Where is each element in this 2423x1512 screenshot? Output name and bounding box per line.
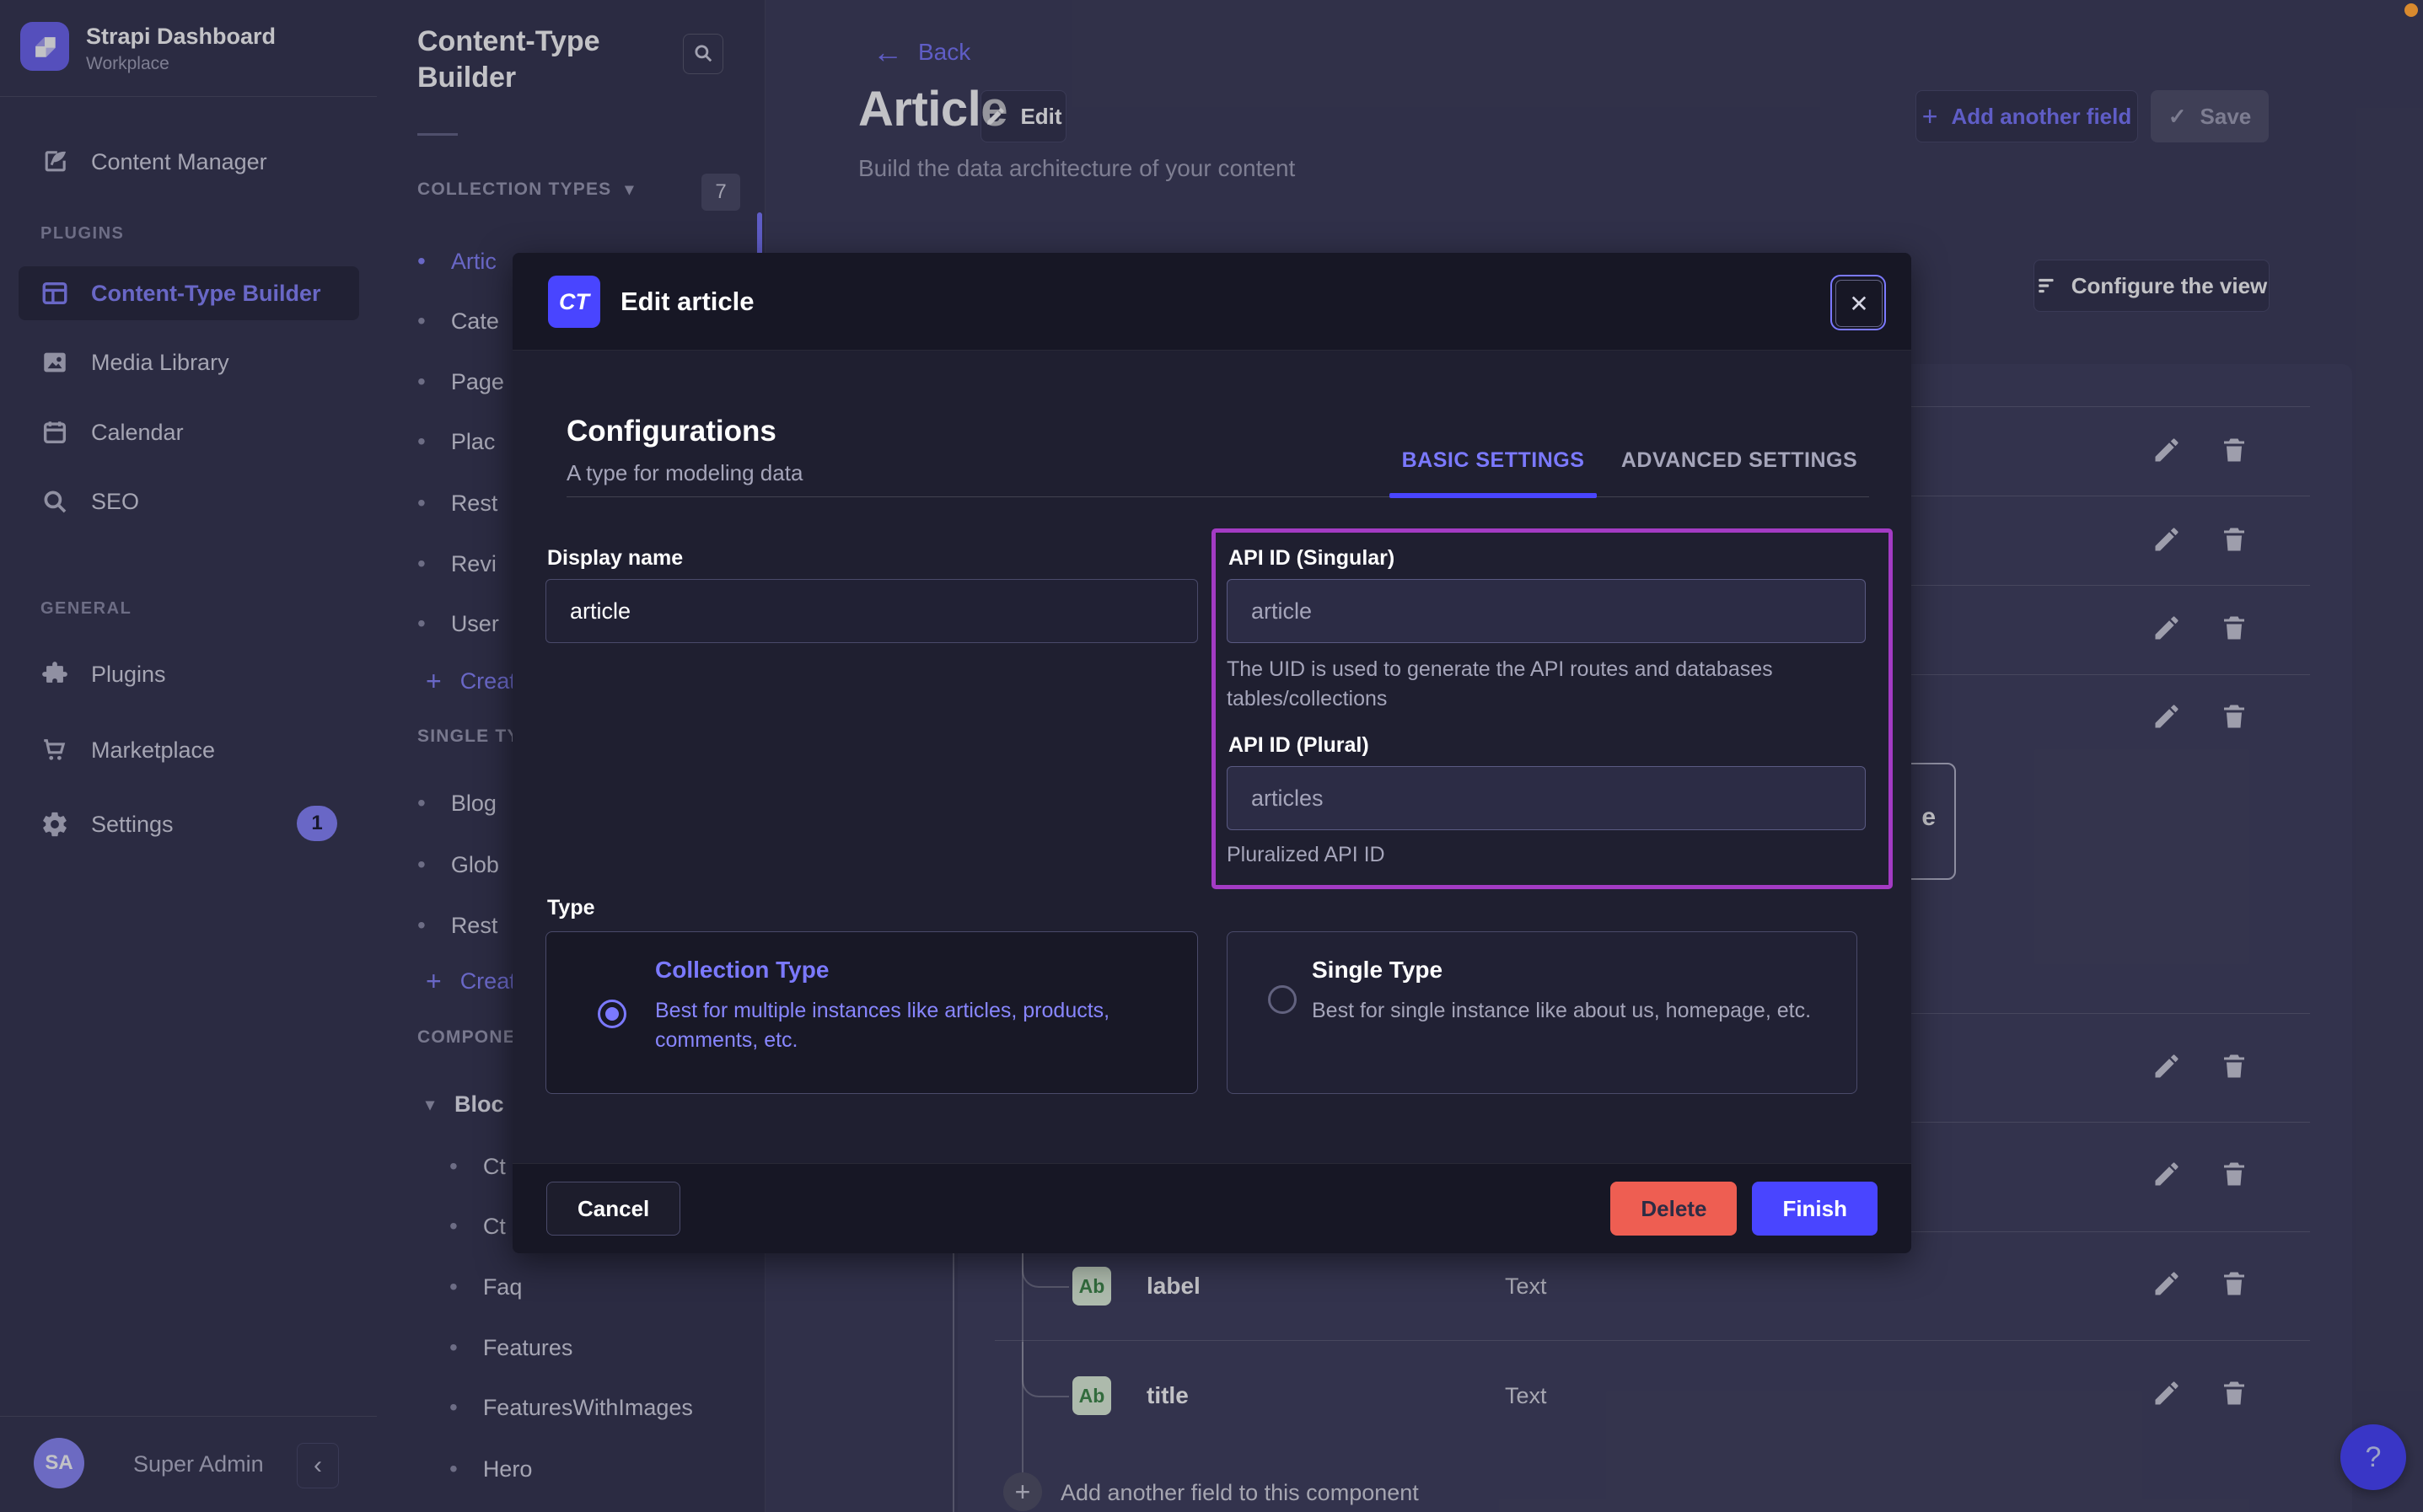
api-id-plural-help: Pluralized API ID bbox=[1227, 840, 1385, 870]
configurations-subtitle: A type for modeling data bbox=[567, 460, 803, 486]
modal-title: Edit article bbox=[621, 253, 755, 350]
single-type-title: Single Type bbox=[1312, 957, 1443, 984]
collection-type-radio[interactable] bbox=[598, 1000, 626, 1028]
active-tab-underline bbox=[1389, 493, 1597, 498]
modal-footer: Cancel Delete Finish bbox=[513, 1163, 1911, 1253]
close-icon: ✕ bbox=[1835, 280, 1883, 327]
api-id-singular-help: The UID is used to generate the API rout… bbox=[1227, 655, 1834, 714]
recording-indicator-dot bbox=[2404, 3, 2418, 17]
collection-type-desc: Best for multiple instances like article… bbox=[655, 996, 1161, 1055]
app-window: Strapi Dashboard Workplace Content Manag… bbox=[0, 0, 2423, 1512]
content-type-badge: CT bbox=[548, 276, 600, 328]
api-id-singular-label: API ID (Singular) bbox=[1228, 546, 1394, 571]
single-type-radio[interactable] bbox=[1268, 985, 1297, 1014]
api-id-singular-input[interactable] bbox=[1227, 579, 1866, 643]
modal-header: CT Edit article ✕ bbox=[513, 253, 1911, 351]
configurations-title: Configurations bbox=[567, 415, 776, 448]
cancel-button[interactable]: Cancel bbox=[546, 1182, 680, 1236]
tabs-divider bbox=[567, 496, 1869, 497]
display-name-input[interactable] bbox=[545, 579, 1198, 643]
finish-button[interactable]: Finish bbox=[1752, 1182, 1878, 1236]
single-type-desc: Best for single instance like about us, … bbox=[1312, 996, 1835, 1026]
collection-type-title: Collection Type bbox=[655, 957, 829, 984]
edit-article-modal: CT Edit article ✕ Configurations A type … bbox=[513, 253, 1911, 1253]
api-id-plural-input[interactable] bbox=[1227, 766, 1866, 830]
tab-advanced-settings[interactable]: ADVANCED SETTINGS bbox=[1617, 448, 1862, 473]
type-label: Type bbox=[547, 896, 595, 920]
close-modal-button[interactable]: ✕ bbox=[1830, 275, 1886, 330]
tab-basic-settings[interactable]: BASIC SETTINGS bbox=[1389, 448, 1597, 473]
display-name-label: Display name bbox=[547, 546, 683, 571]
api-id-plural-label: API ID (Plural) bbox=[1228, 733, 1369, 758]
delete-button[interactable]: Delete bbox=[1610, 1182, 1737, 1236]
radio-dot bbox=[605, 1007, 619, 1021]
